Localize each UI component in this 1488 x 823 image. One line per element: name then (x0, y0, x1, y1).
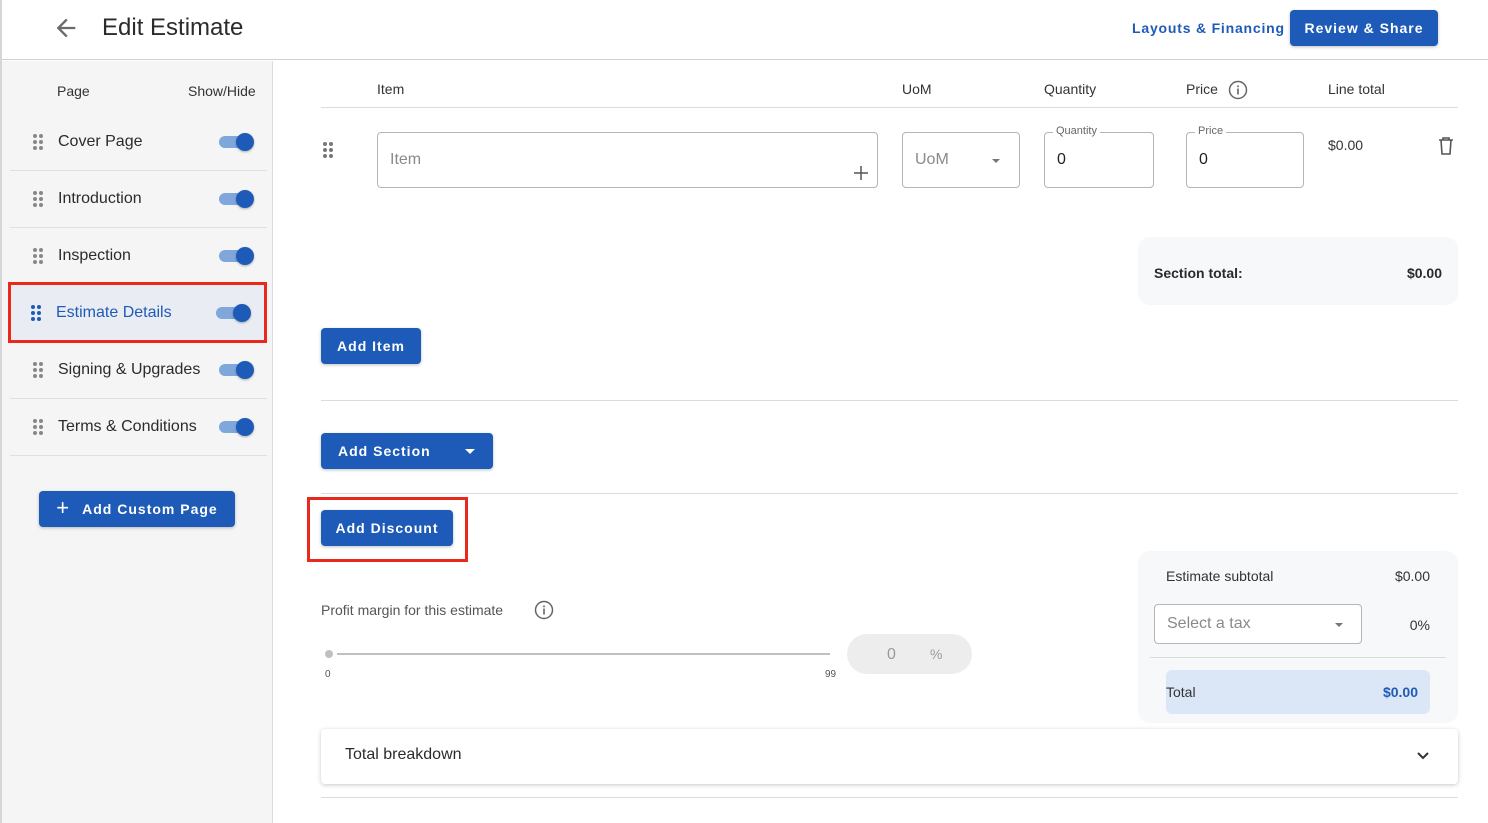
quantity-legend: Quantity (1053, 125, 1100, 137)
line-total-value: $0.00 (1328, 137, 1364, 153)
show-hide-toggle[interactable] (219, 132, 255, 152)
discount-divider (321, 493, 1458, 494)
profit-slider-track[interactable] (337, 653, 830, 655)
col-quantity: Quantity (1044, 81, 1097, 97)
section-total-box: Section total: $0.00 (1138, 237, 1458, 305)
back-arrow-icon[interactable] (52, 14, 80, 42)
slider-min-label: 0 (325, 669, 331, 680)
drag-handle-icon[interactable] (32, 247, 44, 265)
bottom-divider (321, 797, 1458, 798)
add-section-label: Add Section (338, 443, 431, 459)
total-value: $0.00 (1382, 684, 1418, 700)
sidebar-item-label: Estimate Details (56, 303, 172, 321)
quantity-value: 0 (1057, 151, 1066, 168)
add-custom-page-label: Add Custom Page (82, 501, 218, 517)
sidebar-col-page: Page (57, 83, 90, 99)
sidebar-item-inspection[interactable]: Inspection (10, 228, 267, 285)
sidebar-item-estimate-details[interactable]: Estimate Details (8, 282, 267, 343)
row-drag-handle-icon[interactable] (322, 141, 334, 164)
price-input[interactable]: Price 0 (1186, 125, 1304, 188)
sidebar-item-label: Signing & Upgrades (58, 361, 201, 378)
review-share-button[interactable]: Review & Share (1290, 10, 1438, 46)
add-section-button[interactable]: Add Section (321, 433, 493, 469)
drag-handle-icon[interactable] (30, 304, 42, 322)
col-uom: UoM (902, 81, 932, 97)
col-line-total: Line total (1328, 81, 1385, 97)
profit-slider-thumb[interactable] (325, 650, 333, 658)
subtotal-label: Estimate subtotal (1166, 568, 1274, 584)
layouts-financing-button[interactable]: Layouts & Financing (1132, 20, 1285, 36)
add-custom-page-button[interactable]: + Add Custom Page (39, 491, 235, 527)
price-value: 0 (1199, 151, 1208, 168)
sidebar-item-label: Cover Page (58, 133, 143, 150)
profit-percent-unit: % (930, 646, 943, 662)
drag-handle-icon[interactable] (32, 190, 44, 208)
quantity-input[interactable]: Quantity 0 (1044, 125, 1154, 188)
total-box: Total $0.00 (1166, 670, 1430, 714)
tax-select[interactable]: Select a tax (1154, 604, 1362, 644)
sidebar-item-label: Terms & Conditions (58, 418, 197, 435)
edit-estimate-page: Edit Estimate Layouts & Financing Review… (0, 0, 1488, 823)
show-hide-toggle[interactable] (216, 303, 252, 323)
header-divider (321, 107, 1458, 108)
subtotal-value: $0.00 (1394, 568, 1430, 584)
profit-margin-label: Profit margin for this estimate (321, 602, 504, 618)
tax-value: 0% (1409, 617, 1430, 633)
item-input[interactable]: Item (377, 132, 878, 188)
chevron-down-icon (1417, 752, 1429, 760)
add-section-dropdown-icon[interactable] (465, 449, 475, 454)
section-total-label: Section total: (1154, 265, 1243, 281)
sidebar-col-show-hide: Show/Hide (188, 83, 256, 99)
tax-caret-icon (1335, 623, 1343, 627)
sidebar-item-label: Inspection (58, 247, 131, 264)
sidebar-item-terms-conditions[interactable]: Terms & Conditions (10, 399, 267, 456)
sidebar-item-signing-upgrades[interactable]: Signing & Upgrades (10, 342, 267, 399)
trash-icon[interactable] (1438, 136, 1454, 161)
col-item: Item (377, 81, 405, 97)
plus-icon: + (56, 495, 71, 520)
add-item-plus-icon[interactable] (853, 165, 869, 181)
item-placeholder: Item (390, 151, 422, 168)
page-title: Edit Estimate (102, 14, 244, 41)
section-divider (321, 400, 1458, 401)
tax-placeholder: Select a tax (1167, 615, 1251, 632)
drag-handle-icon[interactable] (32, 133, 44, 151)
add-item-button[interactable]: Add Item (321, 328, 421, 364)
uom-placeholder: UoM (915, 151, 949, 168)
total-breakdown-accordion[interactable]: Total breakdown (321, 729, 1458, 784)
uom-select[interactable]: UoM (902, 132, 1020, 188)
sidebar-item-introduction[interactable]: Introduction (10, 171, 267, 228)
sidebar-item-label: Introduction (58, 190, 142, 207)
show-hide-toggle[interactable] (219, 189, 255, 209)
price-legend: Price (1195, 125, 1227, 137)
drag-handle-icon[interactable] (32, 361, 44, 379)
price-info-icon[interactable] (1228, 80, 1248, 100)
uom-caret-icon (992, 159, 1000, 163)
top-bar: Edit Estimate Layouts & Financing Review… (2, 0, 1488, 60)
estimate-summary-box: Estimate subtotal $0.00 Select a tax 0% … (1138, 551, 1458, 723)
total-label: Total (1166, 684, 1196, 700)
show-hide-toggle[interactable] (219, 417, 255, 437)
show-hide-toggle[interactable] (219, 360, 255, 380)
estimate-details-panel: Item UoM Quantity Price Line total Item … (274, 61, 1488, 823)
sidebar-item-cover-page[interactable]: Cover Page (10, 114, 267, 171)
drag-handle-icon[interactable] (32, 418, 44, 436)
profit-info-icon[interactable] (534, 600, 554, 620)
section-total-value: $0.00 (1406, 265, 1442, 281)
show-hide-toggle[interactable] (219, 246, 255, 266)
summary-divider (1150, 657, 1446, 658)
total-breakdown-label: Total breakdown (345, 746, 462, 763)
profit-percent-input[interactable]: 0 % (847, 634, 972, 674)
add-discount-button[interactable]: Add Discount (321, 510, 453, 546)
slider-max-label: 99 (825, 669, 837, 680)
col-price: Price (1186, 81, 1218, 97)
profit-percent-value: 0 (887, 646, 896, 663)
page-sidebar: Page Show/Hide Cover Page Introduction Ins… (2, 61, 273, 823)
